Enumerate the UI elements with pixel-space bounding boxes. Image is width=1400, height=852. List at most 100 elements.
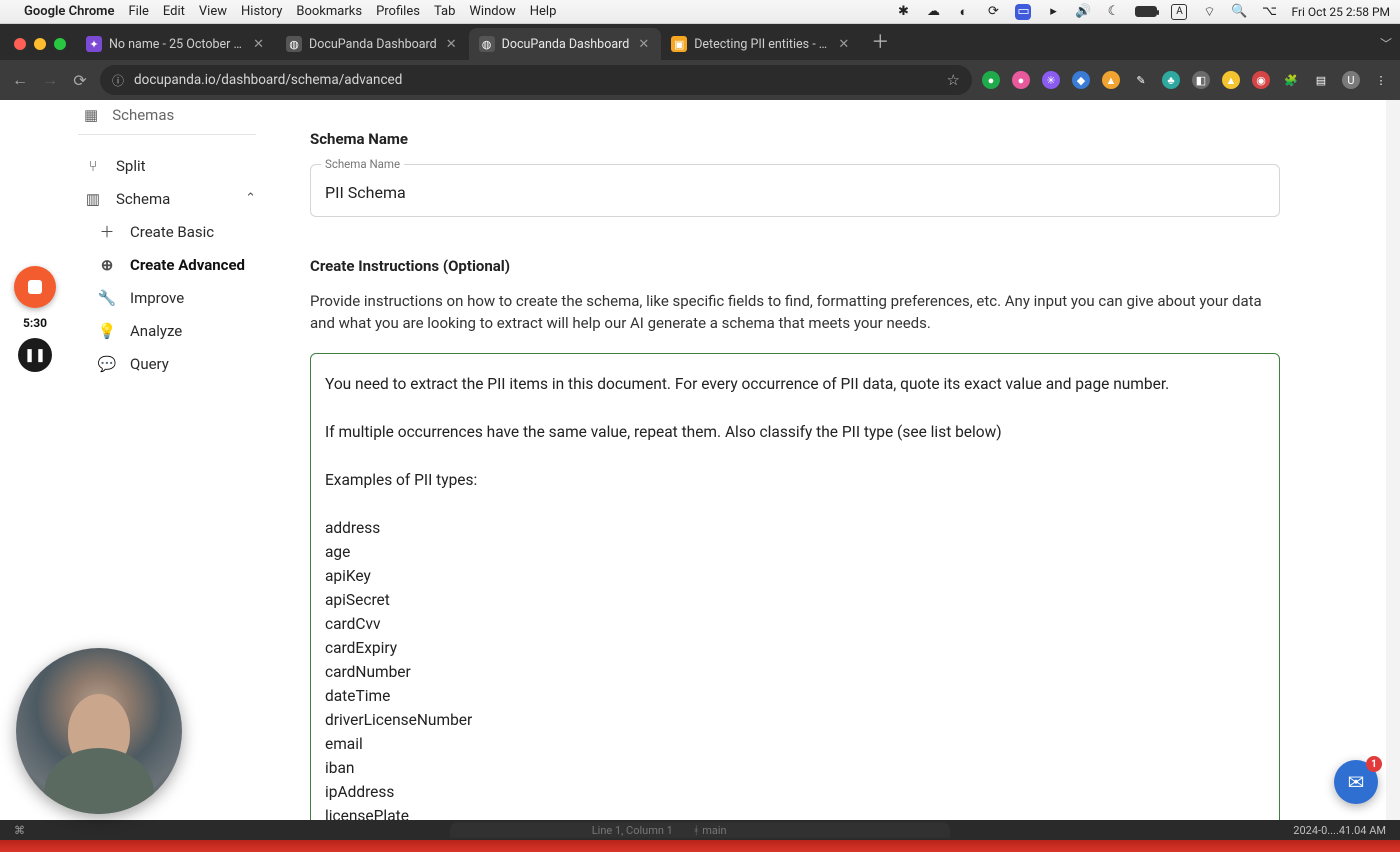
menu-help[interactable]: Help <box>530 4 557 19</box>
status-screenmirror-icon[interactable]: ▭ <box>1015 4 1031 20</box>
bottom-red-bar <box>0 840 1400 852</box>
sidebar-item-schemas[interactable]: ▦ Schemas <box>84 106 282 124</box>
status-drop-icon[interactable]: ◐ <box>955 4 971 20</box>
nav-reload-button[interactable]: ⟳ <box>70 71 90 90</box>
status-control-center-icon[interactable]: ⌥ <box>1261 4 1277 20</box>
status-wifi-icon[interactable]: ⌔ <box>1201 4 1217 20</box>
sidebar-item-schema[interactable]: ▥ Schema ⌃ <box>84 182 282 215</box>
extensions-menu-icon[interactable]: 🧩 <box>1282 71 1300 89</box>
app-name[interactable]: Google Chrome <box>24 4 114 19</box>
new-tab-button[interactable]: ＋ <box>861 28 899 60</box>
menu-history[interactable]: History <box>241 4 282 19</box>
chat-icon: 💬 <box>98 355 116 373</box>
extension-icon[interactable]: ▲ <box>1102 71 1120 89</box>
schema-name-field[interactable]: Schema Name <box>310 164 1280 217</box>
wrench-icon: 🔧 <box>98 289 116 307</box>
status-search-icon[interactable]: 🔍 <box>1231 4 1247 20</box>
status-volume-icon[interactable]: 🔊 <box>1075 4 1091 20</box>
nav-forward-button[interactable]: → <box>40 70 60 90</box>
extension-icon[interactable]: ✳ <box>1042 71 1060 89</box>
tab-close-icon[interactable]: ✕ <box>636 37 651 52</box>
extension-icon[interactable]: ▲ <box>1222 71 1240 89</box>
sidebar-item-improve[interactable]: 🔧 Improve <box>84 281 282 314</box>
sidebar-label: Create Advanced <box>130 256 245 274</box>
site-info-icon[interactable]: ⓘ <box>112 72 124 89</box>
browser-tab-3[interactable]: ◍ DocuPanda Dashboard ✕ <box>469 28 662 60</box>
menu-view[interactable]: View <box>199 4 227 19</box>
sidebar-label: Improve <box>130 289 184 307</box>
sidebar-label: Split <box>116 157 146 175</box>
menu-window[interactable]: Window <box>469 4 515 19</box>
sidebar-label: Query <box>130 355 169 373</box>
lightbulb-icon: 💡 <box>98 322 116 340</box>
menu-bookmarks[interactable]: Bookmarks <box>296 4 362 19</box>
browser-tab-2[interactable]: ◍ DocuPanda Dashboard ✕ <box>276 28 469 60</box>
chrome-menu-icon[interactable]: ⋮ <box>1372 71 1390 89</box>
schema-icon: ▥ <box>84 190 102 208</box>
sidebar-item-create-advanced[interactable]: ⊕ Create Advanced <box>84 248 282 281</box>
status-sync-icon[interactable]: ⟳ <box>985 4 1001 20</box>
sidebar-label: Schema <box>116 190 170 208</box>
tab-close-icon[interactable]: ✕ <box>836 37 851 52</box>
nav-back-button[interactable]: ← <box>10 70 30 90</box>
browser-tab-4[interactable]: ▣ Detecting PII entities - Amaz… ✕ <box>661 28 861 60</box>
tab-close-icon[interactable]: ✕ <box>444 37 459 52</box>
tab-close-icon[interactable]: ✕ <box>251 37 266 52</box>
stop-recording-button[interactable] <box>14 266 56 308</box>
float-label: Schema Name <box>321 157 404 171</box>
recording-timer: 5:30 <box>23 316 47 330</box>
bookmark-star-icon[interactable]: ☆ <box>947 71 960 89</box>
window-maximize-button[interactable] <box>54 38 66 50</box>
dock-hint <box>450 822 950 838</box>
menubar-datetime[interactable]: Fri Oct 25 2:58 PM <box>1291 5 1390 19</box>
schema-name-input[interactable] <box>325 183 1265 202</box>
status-dnd-icon[interactable]: ☾ <box>1105 4 1121 20</box>
support-chat-button[interactable]: ✉︎ 1 <box>1334 760 1378 804</box>
tabs-overflow-icon[interactable]: ﹀ <box>1380 35 1392 52</box>
plus-circle-icon: ⊕ <box>98 256 116 274</box>
side-panel-icon[interactable]: ▤ <box>1312 71 1330 89</box>
extension-icon[interactable]: ◉ <box>1252 71 1270 89</box>
address-bar[interactable]: ⓘ docupanda.io/dashboard/schema/advanced… <box>100 65 972 95</box>
status-keyboard-icon[interactable]: A <box>1171 4 1187 20</box>
window-close-button[interactable] <box>14 38 26 50</box>
main-form: Schema Name Schema Name Create Instructi… <box>282 100 1400 820</box>
instructions-description: Provide instructions on how to create th… <box>310 291 1280 335</box>
browser-tab-1[interactable]: ✦ No name - 25 October 2024 ✕ <box>76 28 276 60</box>
chat-bubble-icon: ✉︎ <box>1348 770 1365 794</box>
chevron-up-icon: ⌃ <box>245 191 256 206</box>
extension-icon[interactable]: ● <box>982 71 1000 89</box>
menu-file[interactable]: File <box>128 4 148 19</box>
screen-recorder-widget: 5:30 ❚❚ <box>14 266 56 372</box>
extension-icon[interactable]: ◧ <box>1192 71 1210 89</box>
extension-icon[interactable]: ✎ <box>1132 71 1150 89</box>
page-content: ▦ Schemas ⑂ Split ▥ Schema ⌃ ＋ Create Ba… <box>0 100 1400 820</box>
profile-avatar-icon[interactable]: U <box>1342 71 1360 89</box>
menu-edit[interactable]: Edit <box>163 4 185 19</box>
extension-icon[interactable]: ◆ <box>1072 71 1090 89</box>
status-battery-icon[interactable] <box>1135 6 1157 17</box>
mac-menubar: Google Chrome File Edit View History Boo… <box>0 0 1400 24</box>
sidebar-divider <box>78 134 256 135</box>
window-controls <box>8 38 76 60</box>
extension-icon[interactable]: ♣ <box>1162 71 1180 89</box>
tab-favicon-icon: ▣ <box>671 36 687 52</box>
extension-icon[interactable]: ● <box>1012 71 1030 89</box>
status-play-icon[interactable]: ▸ <box>1045 4 1061 20</box>
menu-profiles[interactable]: Profiles <box>376 4 420 19</box>
instructions-textarea[interactable]: You need to extract the PII items in thi… <box>310 353 1280 821</box>
status-settings-icon[interactable]: ✱ <box>895 4 911 20</box>
sidebar-item-create-basic[interactable]: ＋ Create Basic <box>84 215 282 248</box>
sidebar-item-query[interactable]: 💬 Query <box>84 347 282 380</box>
status-cloud-icon[interactable]: ☁︎ <box>925 4 941 20</box>
sidebar-item-analyze[interactable]: 💡 Analyze <box>84 314 282 347</box>
stop-icon <box>28 280 42 294</box>
schemas-icon: ▦ <box>84 106 98 124</box>
window-minimize-button[interactable] <box>34 38 46 50</box>
pause-recording-button[interactable]: ❚❚ <box>18 338 52 372</box>
sidebar-label: Create Basic <box>130 223 214 241</box>
status-item[interactable]: ⌘ <box>14 824 25 837</box>
webcam-preview[interactable] <box>16 648 182 814</box>
sidebar-item-split[interactable]: ⑂ Split <box>84 149 282 182</box>
menu-tab[interactable]: Tab <box>434 4 455 19</box>
